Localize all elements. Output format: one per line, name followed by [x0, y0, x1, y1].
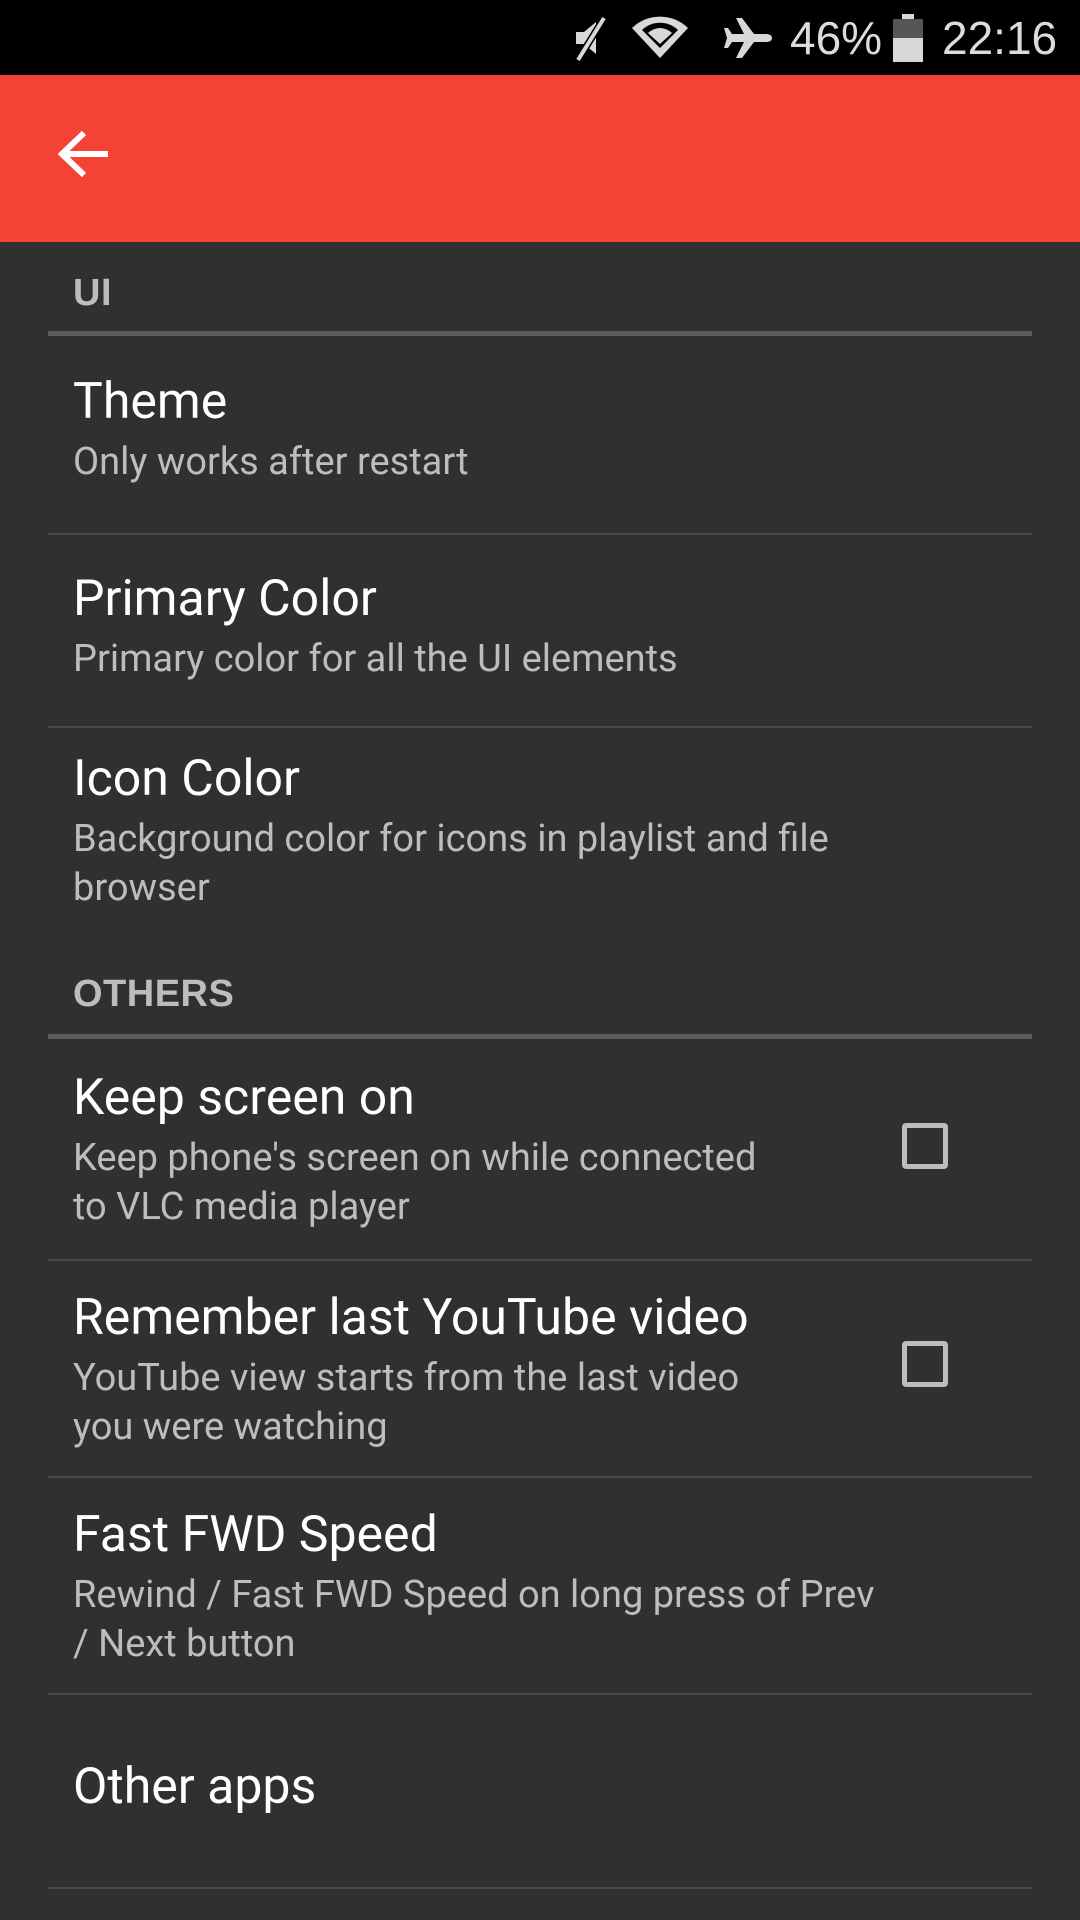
section-header-ui: UI [73, 272, 112, 314]
pref-summary: Only works after restart [73, 440, 469, 484]
divider [48, 1887, 1032, 1889]
pref-summary-line2: browser [73, 866, 210, 910]
airplane-mode-icon [722, 0, 778, 75]
pref-summary-line1: Background color for icons in playlist a… [73, 817, 829, 861]
pref-title: Primary Color [73, 570, 377, 628]
pref-keep-screen-on[interactable]: Keep screen on Keep phone's screen on wh… [48, 1039, 1032, 1257]
pref-title: Keep screen on [73, 1069, 415, 1127]
pref-icon-color[interactable]: Icon Color Background color for icons in… [48, 728, 1032, 944]
wifi-icon [630, 0, 692, 75]
pref-remember-youtube[interactable]: Remember last YouTube video YouTube view… [48, 1261, 1032, 1476]
status-bar: 46% 22:16 [0, 0, 1080, 75]
settings-list: UI Theme Only works after restart Primar… [0, 242, 1080, 1920]
pref-summary-line1: Rewind / Fast FWD Speed on long press of… [73, 1573, 875, 1617]
keep-screen-on-checkbox[interactable] [902, 1123, 948, 1169]
pref-title: Other apps [73, 1758, 317, 1816]
pref-summary-line2: / Next button [73, 1622, 296, 1666]
mute-icon [568, 0, 618, 75]
app-bar [0, 75, 1080, 242]
pref-summary-line2: you were watching [73, 1405, 388, 1449]
battery-percent: 46% [790, 11, 883, 64]
pref-summary: Primary color for all the UI elements [73, 637, 678, 681]
section-header-others: OTHERS [73, 973, 235, 1015]
pref-summary-line1: YouTube view starts from the last video [73, 1356, 740, 1400]
pref-title: Icon Color [73, 750, 300, 808]
pref-other-apps[interactable]: Other apps [48, 1695, 1032, 1888]
clock: 22:16 [942, 11, 1058, 64]
pref-fast-fwd-speed[interactable]: Fast FWD Speed Rewind / Fast FWD Speed o… [48, 1478, 1032, 1693]
battery-icon [893, 0, 925, 75]
back-button[interactable] [44, 116, 124, 196]
arrow-back-icon [57, 130, 110, 182]
remember-youtube-checkbox[interactable] [902, 1341, 948, 1387]
pref-title: Theme [73, 373, 228, 431]
pref-title: Fast FWD Speed [73, 1506, 438, 1564]
pref-theme[interactable]: Theme Only works after restart [48, 336, 1032, 525]
pref-primary-color[interactable]: Primary Color Primary color for all the … [48, 535, 1032, 724]
pref-summary-line2: to VLC media player [73, 1185, 410, 1229]
pref-title: Remember last YouTube video [73, 1289, 749, 1347]
pref-summary-line1: Keep phone's screen on while connected [73, 1136, 757, 1180]
